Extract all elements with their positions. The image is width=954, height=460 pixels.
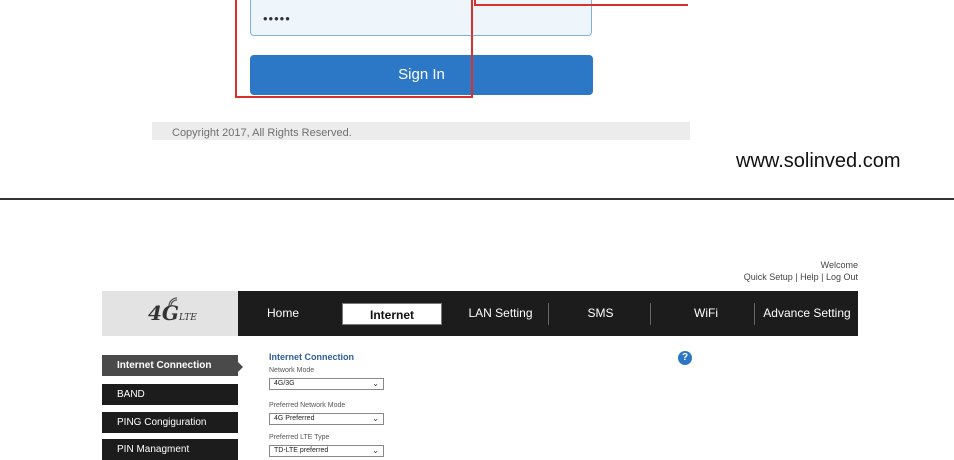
help-link[interactable]: Help — [800, 272, 819, 282]
sidebar-active-arrow — [238, 362, 243, 372]
nav-separator — [754, 303, 755, 325]
login-footer: Copyright 2017, All Rights Reserved. — [152, 122, 690, 140]
welcome-text: Welcome — [820, 260, 858, 270]
content-title: Internet Connection — [269, 352, 354, 362]
nav-wifi[interactable]: WiFi — [658, 291, 754, 336]
sidebar-item-band[interactable]: BAND — [102, 384, 238, 405]
network-mode-value: 4G/3G — [274, 380, 295, 387]
watermark-url: www.solinved.com — [736, 150, 901, 172]
nav-separator — [650, 303, 651, 325]
chevron-down-icon: ⌄ — [372, 446, 379, 455]
main-nav: Home Internet LAN Setting SMS WiFi Advan… — [238, 291, 858, 336]
link-separator: | — [792, 272, 801, 282]
logo-panel: 4GLTE — [102, 291, 238, 336]
chevron-down-icon: ⌄ — [372, 414, 379, 423]
quick-setup-link[interactable]: Quick Setup — [744, 272, 793, 282]
highlight-connector-line — [474, 4, 688, 6]
sidebar-item-internet-connection[interactable]: Internet Connection — [102, 355, 238, 376]
logout-link[interactable]: Log Out — [826, 272, 858, 282]
sidebar-item-pin-management[interactable]: PIN Managment — [102, 439, 238, 460]
preferred-lte-type-label: Preferred LTE Type — [269, 434, 330, 441]
nav-advance-setting[interactable]: Advance Setting — [756, 291, 858, 336]
top-links: Quick Setup | Help | Log Out — [744, 272, 858, 282]
preferred-network-mode-label: Preferred Network Mode — [269, 402, 346, 409]
nav-home[interactable]: Home — [238, 291, 328, 336]
sidebar-item-ping-configuration[interactable]: PING Congiguration — [102, 412, 238, 433]
network-mode-label: Network Mode — [269, 367, 315, 374]
nav-lan-setting[interactable]: LAN Setting — [448, 291, 553, 336]
chevron-down-icon: ⌄ — [372, 379, 379, 388]
preferred-lte-type-select[interactable]: TD-LTE preferred ⌄ — [269, 445, 384, 457]
logo-4g-lte: 4GLTE — [148, 297, 197, 325]
help-icon[interactable]: ? — [678, 351, 692, 365]
logo-sub: LTE — [179, 313, 197, 323]
network-mode-select[interactable]: 4G/3G ⌄ — [269, 378, 384, 390]
signal-icon — [168, 297, 178, 307]
highlight-box — [235, 0, 473, 98]
preferred-lte-type-value: TD-LTE preferred — [274, 447, 329, 454]
section-divider — [0, 198, 954, 200]
link-separator: | — [818, 272, 826, 282]
preferred-network-mode-select[interactable]: 4G Preferred ⌄ — [269, 413, 384, 425]
nav-internet[interactable]: Internet — [342, 303, 442, 325]
nav-separator — [548, 303, 549, 325]
preferred-network-mode-value: 4G Preferred — [274, 415, 315, 422]
copyright-text: Copyright 2017, All Rights Reserved. — [172, 127, 352, 139]
nav-sms[interactable]: SMS — [553, 291, 648, 336]
